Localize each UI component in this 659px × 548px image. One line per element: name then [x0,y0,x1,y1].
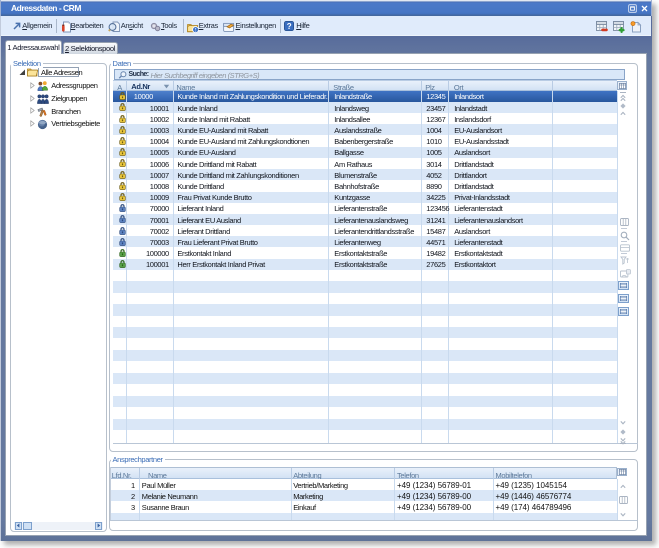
svg-text:?: ? [287,22,292,31]
